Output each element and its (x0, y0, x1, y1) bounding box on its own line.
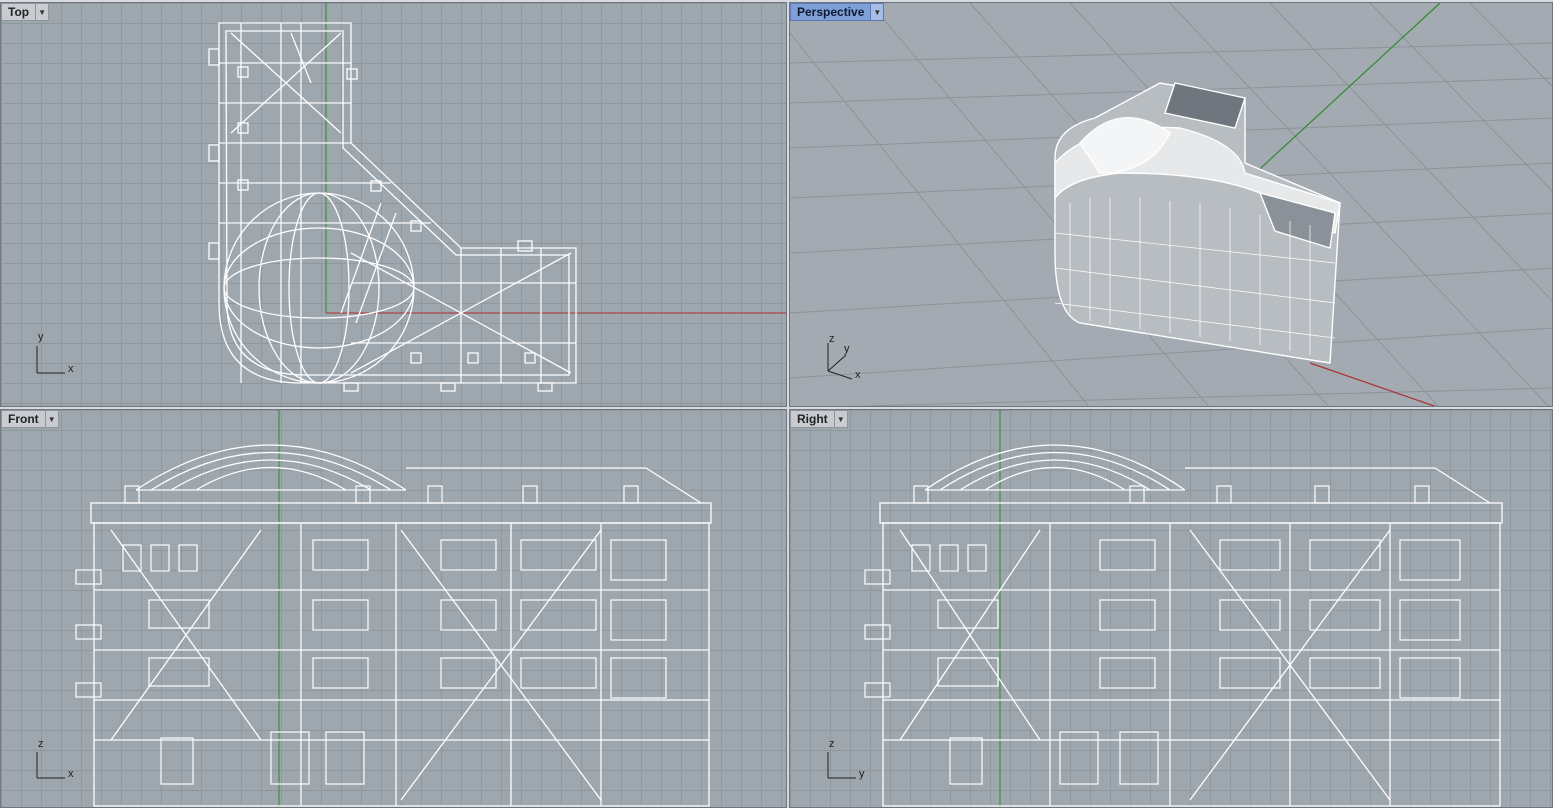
viewport-front[interactable]: Front ▼ z x (0, 409, 787, 808)
viewport-label-front[interactable]: Front ▼ (1, 410, 59, 428)
perspective-wireframe (790, 3, 1552, 406)
top-wireframe (36, 3, 786, 392)
viewport-label-right[interactable]: Right ▼ (790, 410, 848, 428)
front-wireframe (36, 410, 712, 807)
axis-label-z: z (38, 738, 44, 750)
axis-label-z: z (829, 333, 835, 345)
axis-label-z: z (829, 738, 835, 750)
viewport-top[interactable]: Top ▼ y x (0, 2, 787, 407)
axis-label-y: y (38, 331, 44, 343)
viewport-label-top[interactable]: Top ▼ (1, 3, 50, 21)
viewport-right[interactable]: Right ▼ z y (789, 409, 1553, 808)
chevron-down-icon[interactable]: ▼ (35, 4, 48, 20)
chevron-down-icon[interactable]: ▼ (44, 411, 58, 427)
chevron-down-icon[interactable]: ▼ (870, 4, 884, 20)
viewport-perspective[interactable]: Perspective ▼ z y x (789, 2, 1553, 407)
viewport-label-perspective[interactable]: Perspective ▼ (790, 3, 885, 21)
viewport-title: Front (8, 412, 39, 426)
axis-label-x: x (855, 369, 861, 381)
right-wireframe (827, 410, 1503, 807)
viewport-title: Right (797, 412, 828, 426)
axis-label-y: y (859, 768, 865, 780)
viewport-title: Perspective (797, 5, 865, 19)
axis-label-x: x (68, 363, 74, 375)
axis-label-x: x (68, 768, 74, 780)
chevron-down-icon[interactable]: ▼ (833, 411, 847, 427)
viewport-title: Top (8, 5, 30, 19)
axis-label-y: y (844, 343, 850, 355)
